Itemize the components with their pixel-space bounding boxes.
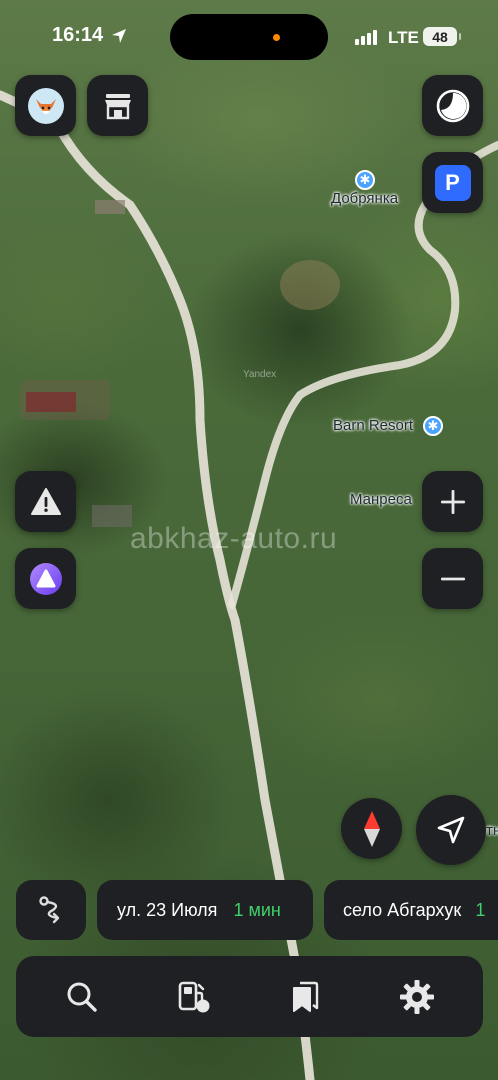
building — [92, 505, 132, 527]
pedestrian-poi-icon[interactable]: ✱ — [423, 416, 443, 436]
parking-label: P — [445, 169, 460, 195]
site-watermark: abkhaz-auto.ru — [130, 522, 338, 555]
bookmarks-button[interactable] — [275, 967, 335, 1027]
zoom-in-button[interactable] — [422, 471, 483, 532]
map-label-barn-resort[interactable]: Barn Resort — [333, 417, 413, 434]
minus-icon — [440, 577, 465, 580]
report-button[interactable] — [15, 471, 76, 532]
route-chip-village-eta-fragment: 1 — [475, 899, 486, 920]
route-chips-row: ул. 23 Июля 1 мин село Абгархук 1 — [0, 880, 498, 940]
cellular-signal-icon — [355, 30, 377, 45]
layers-circle-icon — [436, 89, 469, 122]
status-bar: 16:14 LTE 48 — [0, 0, 498, 74]
bookmarks-icon — [293, 981, 319, 1012]
route-overview-button[interactable] — [16, 880, 86, 940]
my-location-button[interactable] — [416, 795, 486, 865]
yandex-watermark: Yandex — [243, 369, 277, 380]
bottom-nav — [16, 956, 483, 1037]
profile-button[interactable] — [15, 75, 76, 136]
route-chip-street[interactable]: ул. 23 Июля 1 мин — [97, 880, 313, 940]
recording-dot — [273, 34, 280, 41]
plus-icon — [440, 489, 465, 514]
parking-button[interactable]: P — [422, 152, 483, 213]
storefront-icon — [104, 93, 131, 119]
route-chip-street-label: ул. 23 Июля — [117, 899, 218, 920]
map-label-manresa[interactable]: Манреса — [350, 491, 412, 508]
pedestrian-poi-icon[interactable]: ✱ — [355, 170, 375, 190]
status-time: 16:14 — [52, 24, 104, 46]
layers-button[interactable] — [422, 75, 483, 136]
search-icon — [67, 982, 97, 1012]
alice-button[interactable] — [15, 548, 76, 609]
building — [95, 200, 125, 214]
location-arrow-icon — [112, 29, 126, 43]
building — [26, 392, 76, 412]
store-button[interactable] — [87, 75, 148, 136]
zoom-out-button[interactable] — [422, 548, 483, 609]
search-button[interactable] — [52, 967, 112, 1027]
navigation-arrow-icon — [437, 816, 465, 844]
route-chip-village[interactable]: село Абгархук 1 — [324, 880, 498, 940]
gear-icon — [400, 979, 435, 1014]
compass-button[interactable] — [341, 798, 402, 859]
parking-icon: P — [434, 164, 471, 201]
network-type: LTE — [388, 28, 419, 47]
route-icon — [39, 896, 60, 924]
fox-avatar-icon — [27, 87, 64, 124]
route-chip-eta: 1 мин — [233, 899, 281, 920]
gas-station-icon — [178, 981, 210, 1012]
map-label-dobryanka[interactable]: Добрянка — [331, 190, 398, 207]
battery-level: 48 — [432, 28, 448, 45]
route-chip-village-label: село Абгархук — [343, 899, 462, 920]
warning-triangle-icon — [30, 487, 61, 515]
alice-assistant-icon — [29, 562, 62, 595]
settings-button[interactable] — [387, 967, 447, 1027]
gas-station-button[interactable] — [164, 967, 224, 1027]
compass-icon — [363, 810, 380, 847]
dynamic-island — [170, 14, 328, 60]
battery-icon: 48 — [423, 27, 461, 46]
